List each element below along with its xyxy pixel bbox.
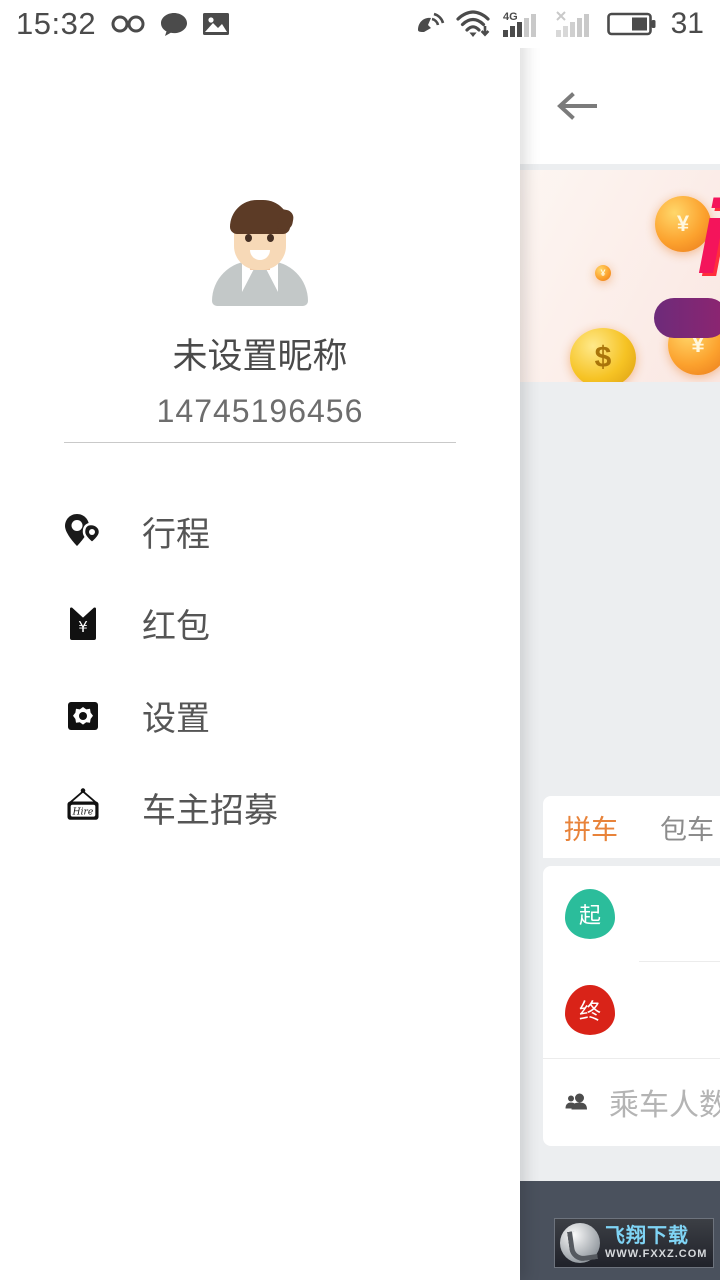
svg-text:¥: ¥ — [78, 618, 88, 636]
battery-percentage: 31 — [670, 7, 704, 40]
red-packet-icon: ¥ — [62, 602, 104, 644]
people-icon — [565, 1093, 587, 1110]
profile-phone: 14745196456 — [156, 393, 364, 429]
ride-booking-form: 起 终 乘车人数 — [543, 866, 720, 1146]
status-bar-left: 15:32 — [16, 6, 230, 42]
menu-item-label: 设置 — [142, 699, 210, 738]
signal-4g-icon: 4G — [501, 9, 543, 39]
watermark-url: WWW.FXXZ.COM — [605, 1248, 708, 1260]
banner-pill — [654, 298, 720, 338]
svg-text:4G: 4G — [503, 11, 518, 23]
end-pin-icon: 终 — [565, 985, 615, 1035]
menu-item-trips[interactable]: 行程 — [0, 485, 520, 577]
status-bar-right: 4G 31 — [415, 7, 704, 41]
menu-item-red-packet[interactable]: ¥ 红包 — [0, 577, 520, 669]
message-bubble-icon — [160, 10, 188, 38]
coin-icon: $ — [570, 328, 636, 382]
avatar-hair — [230, 200, 290, 234]
menu-item-label: 行程 — [142, 515, 210, 554]
profile-divider — [64, 442, 456, 443]
destination-row[interactable]: 终 — [543, 962, 720, 1058]
ride-type-tabs: 拼车 包车 — [543, 796, 720, 858]
watermark-title: 飞翔下载 — [605, 1225, 689, 1247]
profile-section[interactable]: 未设置昵称 14745196456 — [0, 196, 520, 430]
menu-item-driver-recruitment[interactable]: Hire 车主招募 — [0, 761, 520, 853]
menu-item-label: 车主招募 — [142, 791, 278, 830]
watermark-texts: 飞翔下载 WWW.FXXZ.COM — [605, 1226, 707, 1260]
banner-headline: i — [697, 186, 720, 290]
tab-carpool[interactable]: 拼车 — [543, 796, 639, 858]
status-clock: 15:32 — [16, 6, 97, 41]
avatar[interactable] — [210, 196, 310, 306]
photo-icon — [202, 11, 230, 37]
location-satellite-icon — [415, 10, 445, 38]
passenger-count-label: 乘车人数 — [609, 1089, 720, 1122]
menu-item-label: 红包 — [142, 607, 210, 646]
menu-item-settings[interactable]: 设置 — [0, 669, 520, 761]
gear-icon — [62, 694, 104, 736]
coin-icon: ¥ — [595, 265, 611, 281]
tab-charter[interactable]: 包车 — [639, 796, 720, 858]
svg-text:Hire: Hire — [72, 807, 94, 817]
section-divider — [543, 1058, 720, 1059]
back-button[interactable] — [548, 78, 608, 134]
passenger-count-row[interactable]: 乘车人数 — [543, 1058, 720, 1146]
signal-no-service-icon — [554, 9, 596, 39]
fxxz-logo-icon — [560, 1223, 600, 1263]
origin-row[interactable]: 起 — [543, 866, 720, 962]
site-watermark: 飞翔下载 WWW.FXXZ.COM — [554, 1218, 714, 1268]
location-pin-icon — [62, 510, 104, 552]
avatar-eye-left — [245, 234, 252, 242]
wifi-icon — [456, 10, 490, 38]
phone-screen: ¥ ¥ ¥ ¥ $ i 拼车 包车 起 终 — [0, 0, 720, 1280]
avatar-eye-right — [267, 234, 274, 242]
navigation-drawer: 未设置昵称 14745196456 行程 ¥ 红包 设置 Hire 车主招募 — [0, 0, 520, 1280]
back-arrow-icon — [557, 92, 597, 120]
status-bar: 15:32 4G 31 — [0, 0, 720, 48]
battery-icon — [606, 10, 657, 38]
hire-sign-icon: Hire — [62, 786, 104, 828]
infinity-icon — [110, 13, 146, 35]
start-pin-icon: 起 — [565, 889, 615, 939]
drawer-menu: 行程 ¥ 红包 设置 Hire 车主招募 — [0, 485, 520, 853]
profile-nickname: 未设置昵称 — [172, 337, 348, 376]
